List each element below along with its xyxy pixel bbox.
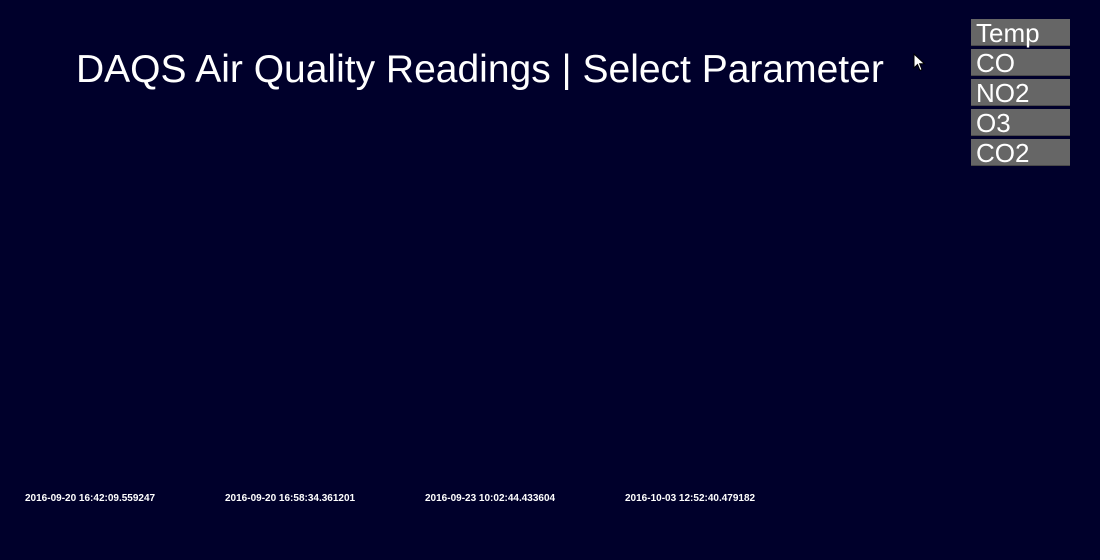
- parameter-button-co2[interactable]: CO2: [971, 139, 1070, 167]
- mouse-pointer-icon: [913, 53, 926, 72]
- dashboard-page: DAQS Air Quality Readings | Select Param…: [0, 0, 1100, 560]
- parameter-button-no2[interactable]: NO2: [971, 79, 1070, 107]
- timestamp-label: 2016-09-20 16:42:09.559247: [25, 493, 156, 504]
- parameter-button-co[interactable]: CO: [971, 49, 1070, 77]
- parameter-button-o3[interactable]: O3: [971, 109, 1070, 137]
- page-title: DAQS Air Quality Readings | Select Param…: [76, 48, 884, 91]
- timestamp-label: 2016-09-20 16:58:34.361201: [225, 493, 356, 504]
- parameter-button-temp[interactable]: Temp: [971, 19, 1070, 47]
- timestamp-axis: 2016-09-20 16:42:09.559247 2016-09-20 16…: [25, 493, 1025, 507]
- timestamp-label: 2016-09-23 10:02:44.433604: [425, 493, 556, 504]
- parameter-menu: Temp CO NO2 O3 CO2: [971, 19, 1070, 169]
- timestamp-label: 2016-10-03 12:52:40.479182: [625, 493, 756, 504]
